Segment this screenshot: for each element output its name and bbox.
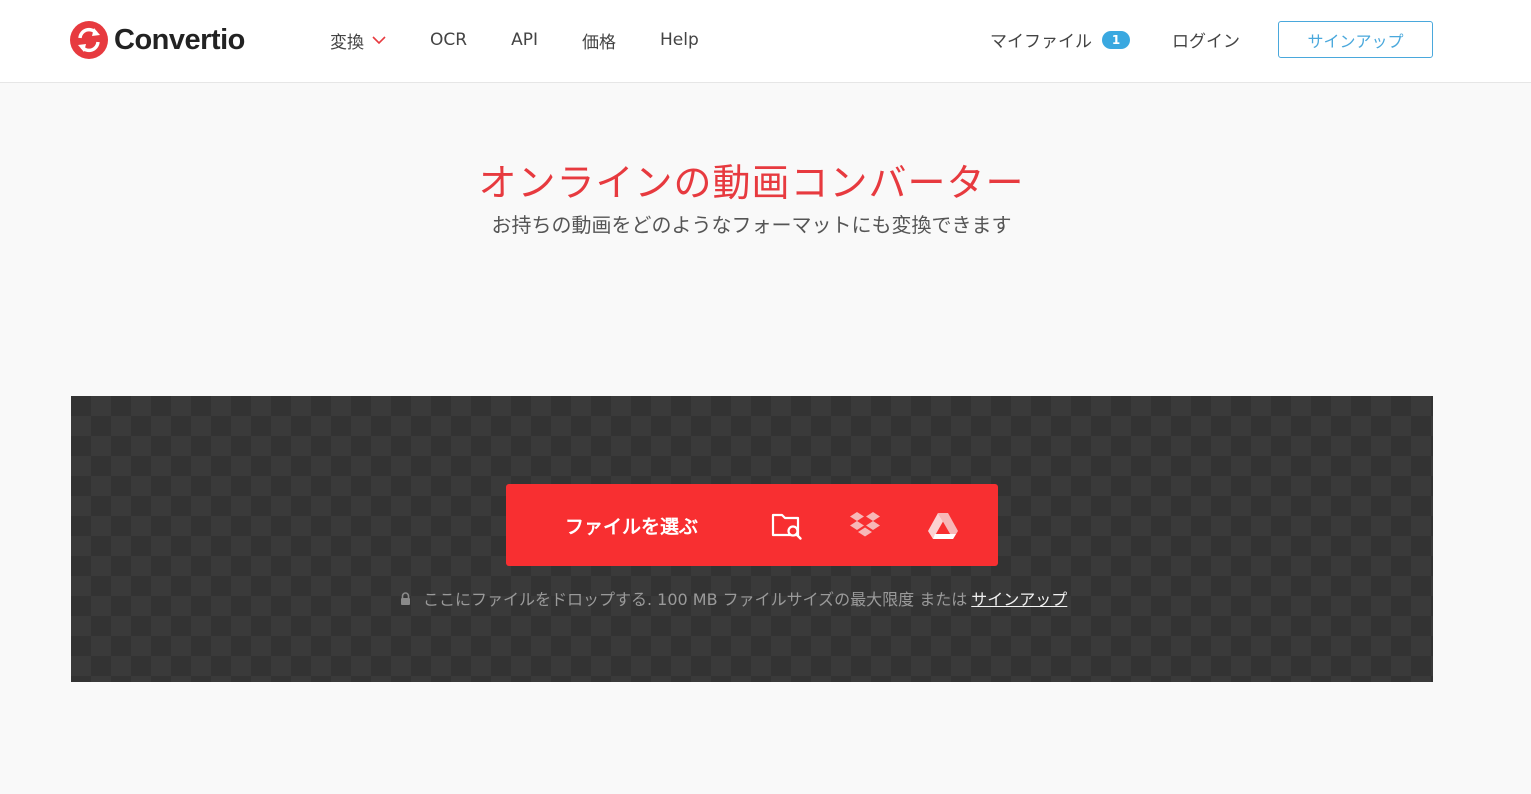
my-files-label: マイファイル	[990, 32, 1092, 52]
my-files-link[interactable]: マイファイル 1	[990, 27, 1130, 52]
signup-button[interactable]: サインアップ	[1278, 21, 1433, 58]
lock-icon	[401, 591, 410, 605]
dropbox-icon[interactable]	[848, 508, 882, 542]
convertio-logo-icon	[70, 21, 108, 59]
nav-help[interactable]: Help	[660, 30, 699, 50]
page-subtitle: お持ちの動画をどのようなフォーマットにも変換できます	[491, 213, 1012, 237]
nav-convert[interactable]: 変換	[330, 28, 386, 53]
file-count-badge: 1	[1102, 30, 1130, 49]
folder-search-icon[interactable]	[770, 508, 804, 542]
brand-name: Convertio	[114, 23, 245, 56]
login-link[interactable]: ログイン	[1172, 27, 1240, 52]
nav-convert-label: 変換	[330, 32, 364, 53]
brand-logo[interactable]: Convertio	[70, 20, 245, 60]
google-drive-icon[interactable]	[926, 508, 960, 542]
nav-ocr[interactable]: OCR	[430, 30, 467, 50]
nav-pricing[interactable]: 価格	[582, 28, 616, 53]
account-nav: マイファイル 1 ログイン サインアップ	[990, 21, 1433, 58]
drop-hint-text: ここにファイルをドロップする. 100 MB ファイルサイズの最大限度 または	[423, 590, 968, 609]
top-header: Convertio 変換 OCR API 価格 Help マイファイル 1 ログ…	[0, 0, 1531, 83]
nav-api[interactable]: API	[511, 30, 538, 50]
drop-hint: ここにファイルをドロップする. 100 MB ファイルサイズの最大限度 または …	[400, 586, 1067, 610]
choose-files-button[interactable]: ファイルを選ぶ	[565, 512, 698, 539]
upload-bar: ファイルを選ぶ	[506, 484, 998, 566]
main-nav: 変換 OCR API 価格 Help	[330, 28, 743, 53]
file-drop-zone[interactable]: ファイルを選ぶ ここにファイルをドロップする. 100 MB ファイルサイズの最…	[71, 396, 1433, 682]
chevron-down-icon	[372, 36, 386, 45]
drop-hint-signup-link[interactable]: サインアップ	[971, 586, 1067, 610]
page-title: オンラインの動画コンバーター	[478, 161, 1025, 205]
